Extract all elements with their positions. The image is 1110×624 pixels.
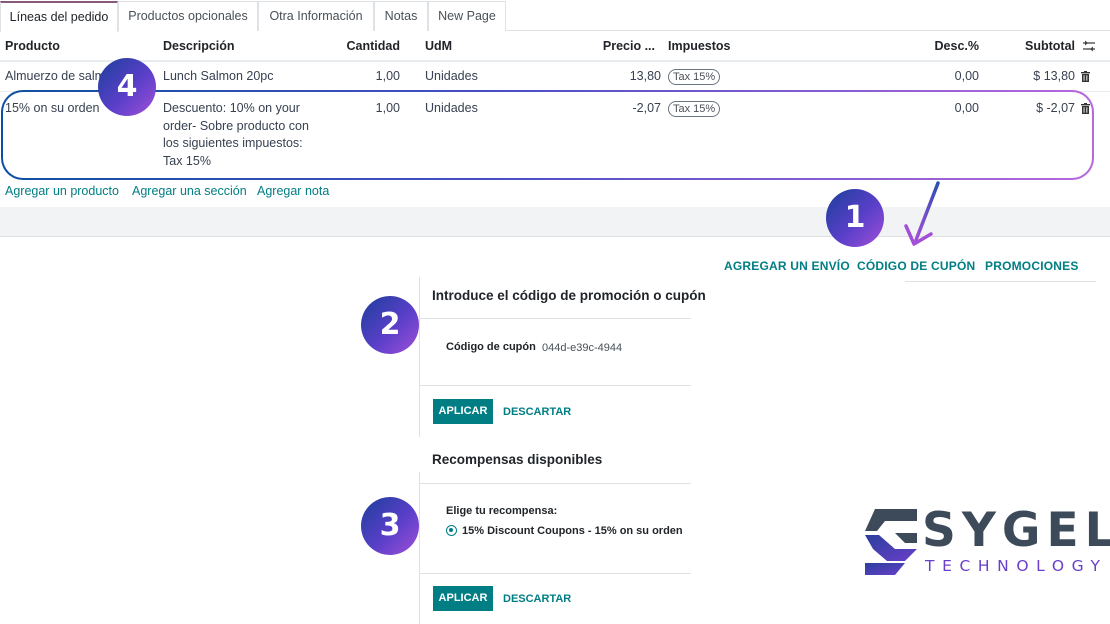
- column-header-price[interactable]: Precio ...: [580, 39, 655, 53]
- row1-discount[interactable]: 0,00: [900, 68, 979, 86]
- step-marker-3: 3: [361, 497, 419, 555]
- pointer-arrow-icon: [904, 181, 940, 246]
- tab-new-page[interactable]: New Page: [428, 1, 506, 31]
- reward-dialog-separator: [419, 573, 691, 574]
- row2-description-line: Descuento: 10% on your: [163, 101, 300, 115]
- coupon-dialog-separator: [419, 385, 691, 386]
- row2-description[interactable]: Descuento: 10% on your order- Sobre prod…: [163, 100, 323, 170]
- promotions-button[interactable]: PROMOCIONES: [985, 259, 1079, 273]
- column-header-uom[interactable]: UdM: [425, 39, 452, 53]
- row1-uom[interactable]: Unidades: [425, 68, 478, 86]
- reward-option-radio[interactable]: [446, 525, 457, 536]
- row2-description-line: order- Sobre producto con: [163, 118, 309, 133]
- row1-quantity[interactable]: 1,00: [320, 68, 400, 86]
- row2-price[interactable]: -2,07: [580, 100, 662, 118]
- row1-subtotal: $ 13,80: [1033, 69, 1075, 83]
- coupon-apply-button[interactable]: APLICAR: [433, 399, 493, 424]
- actions-divider: [905, 281, 1096, 282]
- reward-dialog-separator: [419, 483, 691, 484]
- tab-other-info[interactable]: Otra Información: [258, 1, 374, 31]
- coupon-dialog-title: Introduce el código de promoción o cupón: [432, 288, 706, 303]
- coupon-dialog-border: [419, 277, 420, 437]
- column-settings-icon[interactable]: [1082, 40, 1096, 52]
- add-product-link[interactable]: Agregar un producto: [5, 184, 119, 198]
- reward-option-label[interactable]: 15% Discount Coupons - 15% on su orden: [462, 525, 683, 537]
- column-header-description[interactable]: Descripción: [163, 39, 235, 53]
- row2-product[interactable]: 15% on su orden: [5, 100, 100, 118]
- reward-apply-button[interactable]: APLICAR: [433, 586, 493, 611]
- add-section-link[interactable]: Agregar una sección: [132, 184, 247, 198]
- coupon-discard-button[interactable]: DESCARTAR: [503, 406, 571, 418]
- row2-subtotal: $ -2,07: [1036, 101, 1075, 115]
- add-note-link[interactable]: Agregar nota: [257, 184, 329, 198]
- reward-prompt-label: Elige tu recompensa:: [446, 505, 558, 517]
- row2-tax-badge[interactable]: Tax 15%: [668, 101, 721, 117]
- row1-description[interactable]: Lunch Salmon 20pc: [163, 68, 274, 86]
- sygel-logo-icon: [865, 509, 917, 575]
- row2-quantity[interactable]: 1,00: [320, 100, 400, 118]
- trash-icon[interactable]: [1081, 103, 1090, 114]
- header-divider: [0, 60, 1110, 62]
- trash-icon[interactable]: [1081, 71, 1090, 82]
- coupon-dialog-separator: [419, 318, 691, 319]
- step-marker-2: 2: [361, 296, 419, 354]
- column-header-subtotal[interactable]: Subtotal: [1000, 39, 1075, 53]
- row2-description-line: Tax 15%: [163, 153, 211, 168]
- row1-price[interactable]: 13,80: [580, 68, 661, 86]
- row2-discount[interactable]: 0,00: [900, 100, 979, 118]
- reward-discard-button[interactable]: DESCARTAR: [503, 593, 571, 605]
- logo-wordmark: SYGEL: [922, 503, 1110, 558]
- tab-bar: Líneas del pedido Productos opcionales O…: [0, 0, 1110, 32]
- row2-description-line: los siguientes impuestos:: [163, 136, 303, 150]
- add-shipping-button[interactable]: AGREGAR UN ENVÍO: [724, 259, 850, 273]
- step-marker-1: 1: [826, 189, 884, 247]
- tab-optional-products[interactable]: Productos opcionales: [118, 1, 258, 31]
- tab-order-lines[interactable]: Líneas del pedido: [0, 1, 118, 32]
- row2-uom[interactable]: Unidades: [425, 100, 478, 118]
- step-marker-4: 4: [98, 58, 156, 116]
- tab-notes[interactable]: Notas: [374, 1, 428, 31]
- coupon-code-button[interactable]: CÓDIGO DE CUPÓN: [857, 259, 975, 273]
- logo-tagline: TECHNOLOGY: [925, 557, 1108, 575]
- column-header-product[interactable]: Producto: [5, 39, 60, 53]
- reward-dialog-border: [419, 472, 420, 624]
- coupon-code-label: Código de cupón: [446, 341, 536, 353]
- reward-dialog-title: Recompensas disponibles: [432, 452, 603, 467]
- row1-tax-badge[interactable]: Tax 15%: [668, 69, 721, 85]
- row1-product[interactable]: Almuerzo de salm: [5, 68, 105, 86]
- column-header-discount[interactable]: Desc.%: [900, 39, 979, 53]
- coupon-code-input[interactable]: 044d-e39c-4944: [542, 342, 622, 354]
- column-header-quantity[interactable]: Cantidad: [320, 39, 400, 53]
- column-header-taxes[interactable]: Impuestos: [668, 39, 731, 53]
